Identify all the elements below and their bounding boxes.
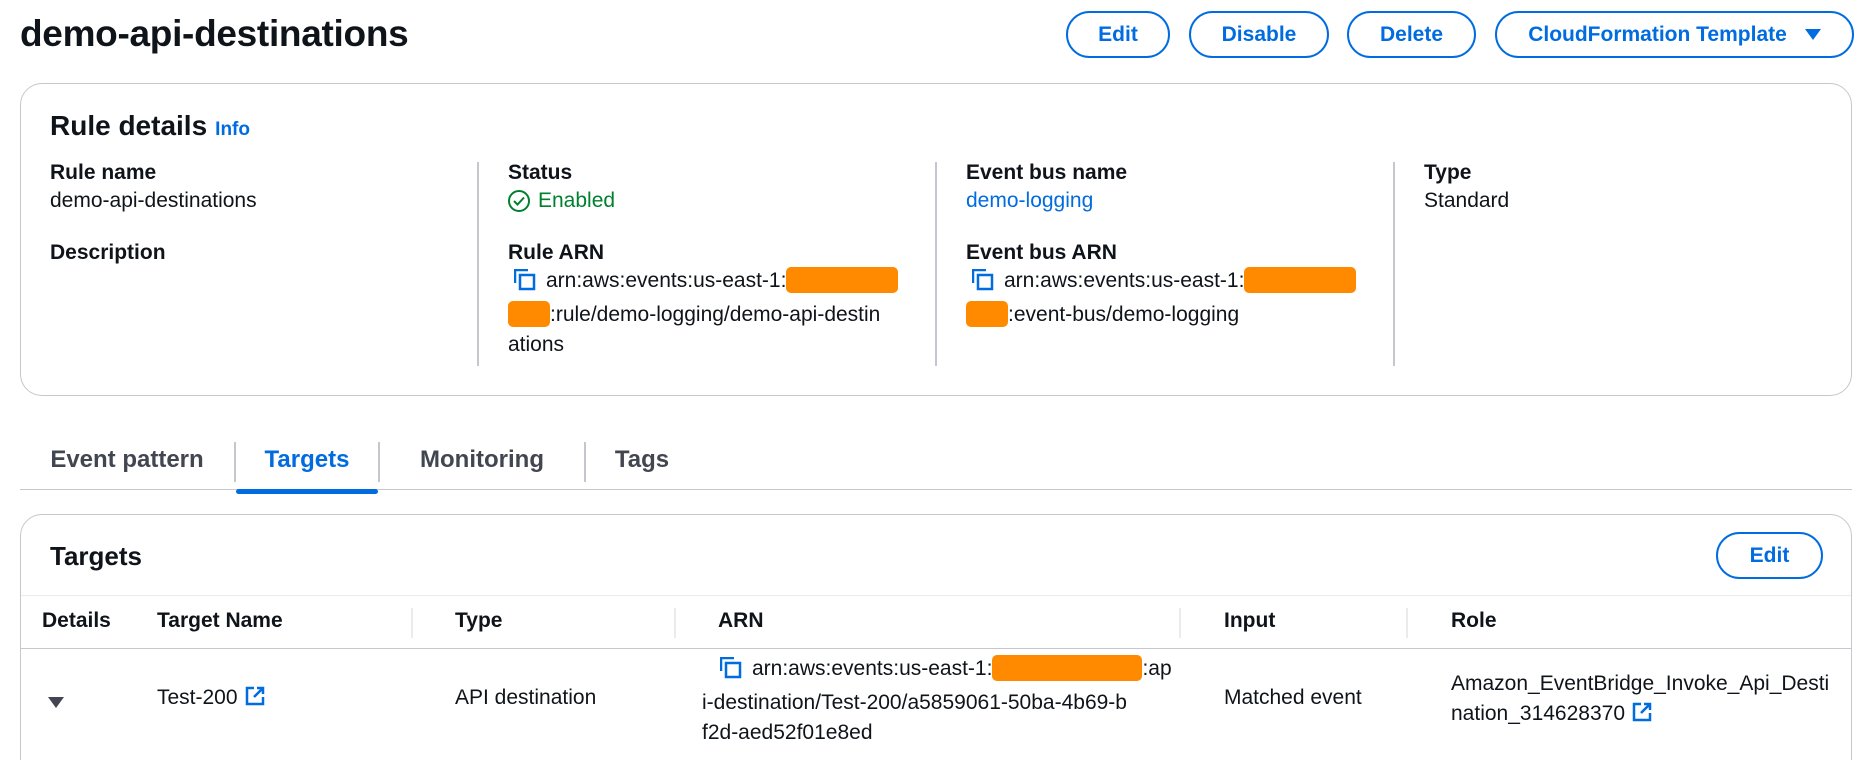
column-divider: [935, 162, 937, 366]
disable-rule-button[interactable]: Disable: [1189, 11, 1329, 58]
target-arn-part3: i-destination/Test-200/a5859061-50ba-4b6…: [702, 691, 1127, 714]
rule-arn-value: arn:aws:events:us-east-1: :rule/demo-log…: [508, 266, 908, 360]
event-bus-arn-part1: arn:aws:events:us-east-1:: [1004, 269, 1245, 292]
column-separator: [411, 608, 413, 638]
target-arn: arn:aws:events:us-east-1: :ap i-destinati…: [702, 654, 1172, 748]
targets-table-header: Details Target Name Type ARN Input Role: [21, 595, 1851, 649]
check-circle-icon: [508, 190, 530, 212]
redacted-account-id: [1244, 267, 1357, 293]
caret-down-icon: [1804, 29, 1821, 40]
event-bus-name-label: Event bus name: [966, 161, 1128, 184]
tab-event-pattern[interactable]: Event pattern: [20, 430, 234, 490]
status-text: Enabled: [538, 189, 616, 212]
rule-arn-part2: :rule/demo-logging/demo-api-destin: [550, 303, 881, 326]
target-name-text: Test-200: [157, 686, 238, 709]
external-link-icon: [1631, 701, 1653, 732]
target-arn-part2: :ap: [1142, 657, 1172, 680]
column-header-target-name[interactable]: Target Name: [157, 609, 283, 633]
external-link-icon: [244, 685, 266, 716]
copy-icon[interactable]: [513, 268, 536, 300]
rule-name-column: Rule name demo-api-destinations Descript…: [50, 160, 257, 266]
tab-targets[interactable]: Targets: [236, 430, 378, 494]
row-expander[interactable]: [48, 697, 64, 708]
column-divider: [1393, 162, 1395, 366]
rule-arn-part3: ations: [508, 333, 565, 356]
rule-name-value: demo-api-destinations: [50, 189, 257, 212]
column-divider: [477, 162, 479, 366]
description-label: Description: [50, 241, 166, 264]
column-header-role[interactable]: Role: [1451, 609, 1497, 633]
tab-monitoring[interactable]: Monitoring: [380, 430, 584, 490]
edit-targets-button[interactable]: Edit: [1716, 532, 1823, 579]
event-bus-arn-value: arn:aws:events:us-east-1: :event-bus/dem…: [966, 266, 1366, 330]
column-separator: [1179, 608, 1181, 638]
rule-arn-label: Rule ARN: [508, 241, 605, 264]
column-separator: [674, 608, 676, 638]
status-label: Status: [508, 161, 573, 184]
target-arn-part4: f2d-aed52f01e8ed: [702, 721, 873, 744]
targets-heading: Targets: [50, 541, 142, 571]
target-type: API destination: [455, 686, 597, 709]
rule-arn-part1: arn:aws:events:us-east-1:: [546, 269, 787, 292]
targets-container: Targets Edit Details Target Name Type AR…: [20, 514, 1852, 760]
status-value: Enabled: [508, 186, 908, 216]
tab-tags[interactable]: Tags: [586, 430, 698, 490]
event-bus-name-link[interactable]: demo-logging: [966, 186, 1366, 216]
copy-icon[interactable]: [719, 656, 742, 688]
target-input: Matched event: [1224, 686, 1362, 709]
column-header-type[interactable]: Type: [455, 609, 502, 633]
edit-rule-button[interactable]: Edit: [1066, 11, 1170, 58]
column-header-input[interactable]: Input: [1224, 609, 1275, 633]
cloudformation-template-dropdown[interactable]: CloudFormation Template: [1495, 11, 1854, 58]
info-link[interactable]: Info: [215, 119, 250, 140]
target-role-line1: Amazon_EventBridge_Invoke_Api_Desti: [1451, 672, 1830, 695]
target-name-link[interactable]: Test-200: [157, 683, 266, 716]
redacted-account-id: [508, 301, 550, 327]
status-column: Status Enabled Rule ARN arn:aws:events:u…: [508, 160, 908, 360]
target-role-link[interactable]: Amazon_EventBridge_Invoke_Api_Desti nati…: [1451, 669, 1851, 732]
cloudformation-template-label: CloudFormation Template: [1528, 22, 1787, 46]
rule-tabs: Event pattern Targets Monitoring Tags: [20, 430, 1852, 494]
target-arn-part1: arn:aws:events:us-east-1:: [752, 657, 993, 680]
column-separator: [1406, 608, 1408, 638]
column-header-details: Details: [42, 609, 111, 632]
caret-down-icon: [48, 697, 64, 708]
redacted-account-id: [966, 301, 1008, 327]
page-title: demo-api-destinations: [20, 13, 409, 54]
column-header-arn[interactable]: ARN: [718, 609, 764, 633]
event-bus-arn-part2: :event-bus/demo-logging: [1008, 303, 1240, 326]
event-bus-arn-label: Event bus ARN: [966, 241, 1117, 264]
redacted-account-id: [992, 655, 1143, 681]
rule-name-label: Rule name: [50, 161, 157, 184]
copy-icon[interactable]: [971, 268, 994, 300]
event-bus-column: Event bus name demo-logging Event bus AR…: [966, 160, 1366, 330]
redacted-account-id: [786, 267, 899, 293]
rule-details-heading: Rule details Info: [50, 110, 250, 142]
page-header: demo-api-destinations Edit Disable Delet…: [0, 0, 1872, 74]
type-column: Type Standard: [1424, 160, 1509, 216]
type-value: Standard: [1424, 189, 1510, 212]
target-role-line2: nation_314628370: [1451, 702, 1626, 725]
delete-rule-button[interactable]: Delete: [1347, 11, 1476, 58]
rule-details-title: Rule details: [50, 110, 208, 141]
type-label: Type: [1424, 161, 1472, 184]
